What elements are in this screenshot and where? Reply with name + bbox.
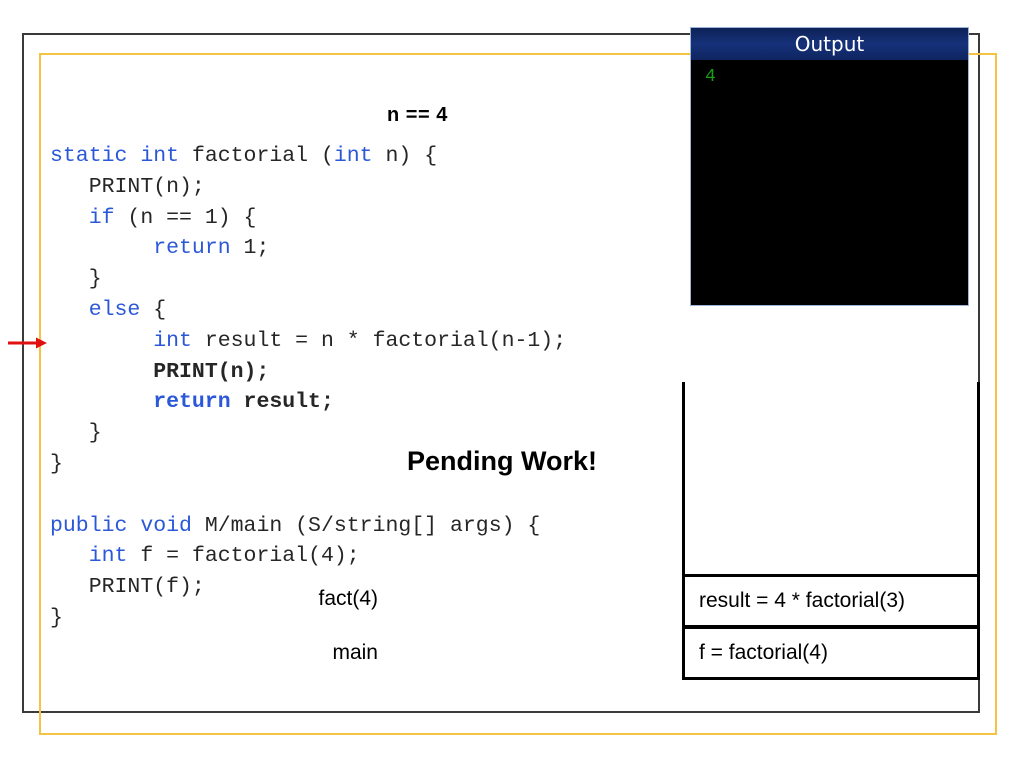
code-token: { — [140, 297, 167, 322]
code-token: result = n * factorial(n-1); — [191, 328, 567, 353]
code-token: PRINT(n); — [50, 174, 205, 199]
code-token: PRINT(n); — [50, 359, 270, 384]
code-line: } — [50, 264, 670, 295]
code-line: PRINT(f); — [50, 572, 670, 603]
code-line: } — [50, 603, 670, 634]
code-line: PRINT(n); — [50, 357, 670, 388]
call-stack-diagram: result = 4 * factorial(3) f = factorial(… — [682, 382, 980, 680]
pending-work-label: Pending Work! — [407, 446, 598, 476]
code-listing: static int factorial (int n) { PRINT(n);… — [50, 141, 670, 634]
code-token: n) { — [372, 144, 438, 168]
code-token: PRINT(f); — [50, 575, 205, 600]
call-stack-open-region — [682, 382, 980, 576]
code-token: 1; — [230, 236, 270, 261]
code-token: else — [88, 297, 141, 322]
output-console-panel: Output 4 — [690, 27, 969, 306]
code-token: } — [50, 451, 63, 476]
code-token: (n == 1) { — [114, 205, 257, 230]
code-token: return — [153, 236, 231, 261]
output-console-text: 4 — [691, 60, 968, 305]
code-token: void — [140, 513, 205, 538]
code-line: public void M/main (S/string[] args) { — [50, 511, 670, 542]
current-argument-annotation: n == 4 — [387, 104, 448, 126]
execution-pointer-arrow-icon — [8, 336, 48, 350]
code-token: int — [88, 544, 128, 569]
code-token: factorial ( — [191, 144, 334, 168]
code-token: } — [50, 421, 102, 446]
code-token: result; — [230, 390, 334, 415]
code-line: static int factorial (int n) { — [50, 141, 670, 172]
code-line: if (n == 1) { — [50, 203, 670, 234]
code-token: int — [153, 328, 192, 353]
code-token: if — [88, 205, 115, 230]
code-line: PRINT(n); — [50, 172, 670, 203]
code-line: int result = n * factorial(n-1); — [50, 326, 670, 357]
code-token: int — [333, 144, 373, 168]
code-line: return 1; — [50, 233, 670, 264]
code-line: else { — [50, 295, 670, 326]
code-token: int — [140, 144, 192, 168]
code-token: } — [50, 605, 63, 630]
code-line: } — [50, 418, 670, 449]
code-token: static — [50, 144, 141, 168]
code-token: M/main (S/string[] args) { — [204, 513, 541, 538]
code-token: public — [50, 513, 141, 538]
code-line: return result; — [50, 387, 670, 418]
call-stack-frame-fact: result = 4 * factorial(3) — [682, 574, 980, 628]
code-token: f = factorial(4); — [127, 544, 360, 569]
code-line: int f = factorial(4); — [50, 541, 670, 572]
output-panel-title: Output — [691, 28, 968, 60]
code-token: } — [50, 267, 102, 292]
call-stack-frame-main: f = factorial(4) — [682, 626, 980, 680]
code-token: return — [153, 390, 231, 415]
